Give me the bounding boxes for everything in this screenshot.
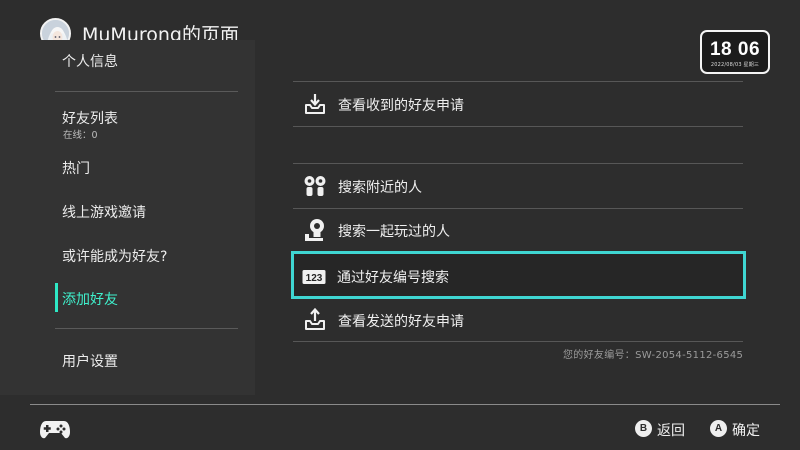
- friend-code-text: 您的好友编号：SW-2054-5112-6545: [563, 350, 744, 361]
- inbox-download-icon: [305, 94, 325, 114]
- played-with-icon: [305, 219, 324, 241]
- controller-icon[interactable]: [40, 416, 70, 440]
- list-divider: [293, 163, 743, 164]
- sidebar-item-popular[interactable]: 热门: [62, 158, 90, 178]
- sidebar-item-game-invites[interactable]: 线上游戏邀请: [62, 202, 146, 222]
- menu-item-search-by-code[interactable]: 123 通过好友编号搜索: [291, 251, 746, 299]
- sidebar-divider: [55, 91, 238, 92]
- back-label: 返回: [657, 423, 685, 439]
- sidebar-divider: [55, 328, 238, 329]
- a-button-icon: A: [710, 420, 727, 437]
- confirm-button[interactable]: A 确定: [710, 420, 770, 439]
- sidebar-item-profile[interactable]: 个人信息: [62, 51, 118, 71]
- menu-item-label: 查看收到的好友申请: [338, 98, 464, 114]
- number-123-icon: 123: [302, 270, 326, 284]
- sidebar-item-suggested-friends[interactable]: 或许能成为好友?: [62, 246, 167, 266]
- menu-item-search-played-with[interactable]: 搜索一起玩过的人: [293, 210, 743, 250]
- menu-item-label: 通过好友编号搜索: [337, 270, 449, 286]
- footer-divider: [30, 404, 780, 405]
- outbox-upload-icon: [305, 308, 325, 330]
- svg-text:123: 123: [306, 273, 323, 284]
- sidebar-selection-indicator: [55, 283, 58, 312]
- list-divider: [293, 208, 743, 209]
- nearby-users-icon: [304, 176, 326, 196]
- sidebar-item-user-settings[interactable]: 用户设置: [62, 351, 118, 371]
- app-window: MuMurong的页面 18 06 2022/08/03 星期三 个人信息 好友…: [0, 0, 800, 450]
- sidebar-item-friend-list[interactable]: 好友列表: [62, 108, 118, 128]
- menu-item-received-requests[interactable]: 查看收到的好友申请: [293, 84, 743, 124]
- menu-item-sent-requests[interactable]: 查看发送的好友申请: [293, 300, 743, 340]
- menu-item-label: 搜索一起玩过的人: [338, 224, 450, 240]
- list-divider: [293, 126, 743, 127]
- back-button[interactable]: B 返回: [635, 420, 695, 439]
- sidebar-item-add-friend[interactable]: 添加好友: [62, 289, 118, 309]
- menu-item-search-nearby[interactable]: 搜索附近的人: [293, 166, 743, 206]
- menu-item-label: 搜索附近的人: [338, 180, 422, 196]
- confirm-label: 确定: [732, 423, 760, 439]
- sidebar-online-count: 在线：0: [63, 130, 98, 141]
- b-button-icon: B: [635, 420, 652, 437]
- list-divider: [293, 341, 743, 342]
- menu-item-label: 查看发送的好友申请: [338, 314, 464, 330]
- list-divider: [293, 81, 743, 82]
